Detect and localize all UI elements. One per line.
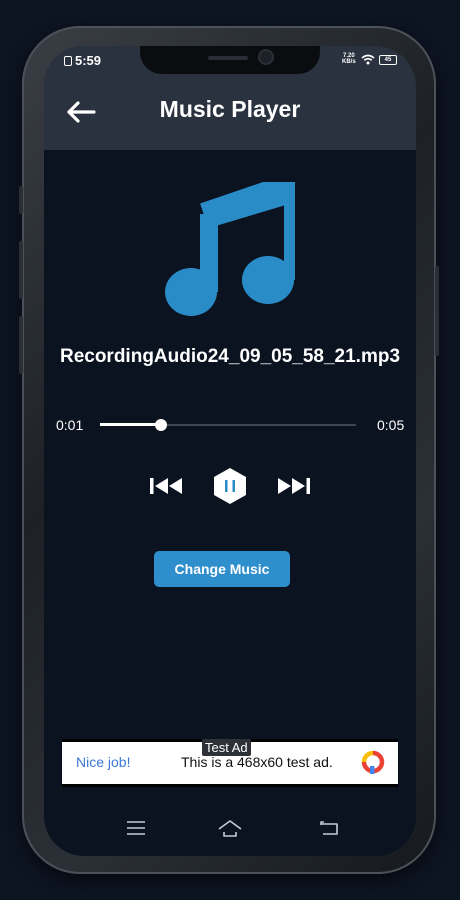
home-icon[interactable] [217,818,243,838]
menu-icon[interactable] [126,820,146,836]
sim-icon [64,56,72,66]
music-note-icon [165,182,295,316]
track-title: RecordingAudio24_09_05_58_21.mp3 [59,346,401,367]
network-speed: 7.20 KB/s [342,53,356,65]
app-screen: 5:59 7.20 KB/s 45 Music Player Recording… [44,46,416,856]
seek-bar[interactable] [100,418,356,432]
camera-notch [140,46,320,74]
phone-side-button [19,241,23,299]
total-time: 0:05 [377,417,405,433]
playback-controls [44,466,416,506]
status-bar: 5:59 7.20 KB/s 45 [44,46,416,76]
status-time: 5:59 [64,53,101,68]
skip-previous-icon[interactable] [150,477,184,495]
ad-logo-icon [361,750,385,774]
battery-level: 45 [384,57,392,63]
change-music-button[interactable]: Change Music [154,551,290,587]
phone-side-button [19,316,23,374]
seek-progress [100,423,162,426]
front-camera [260,51,272,63]
phone-side-button [435,266,439,356]
speaker-grille [208,56,248,60]
ad-text[interactable]: This is a 468x60 test ad. [181,754,333,770]
network-speed-unit: KB/s [342,59,356,65]
wifi-icon [361,54,375,65]
pause-icon[interactable] [212,467,248,505]
back-icon[interactable] [319,820,339,836]
status-time-text: 5:59 [75,53,102,68]
ad-cta[interactable]: Nice job! [76,754,130,770]
current-time: 0:01 [56,417,84,433]
seek-thumb[interactable] [155,419,168,431]
battery-icon: 45 [379,55,397,65]
skip-next-icon[interactable] [276,477,310,495]
phone-side-button [19,186,23,214]
page-title: Music Player [159,96,301,122]
ad-tag: Test Ad [202,739,251,756]
app-bar: Music Player [44,76,416,150]
system-nav-bar [44,806,416,856]
